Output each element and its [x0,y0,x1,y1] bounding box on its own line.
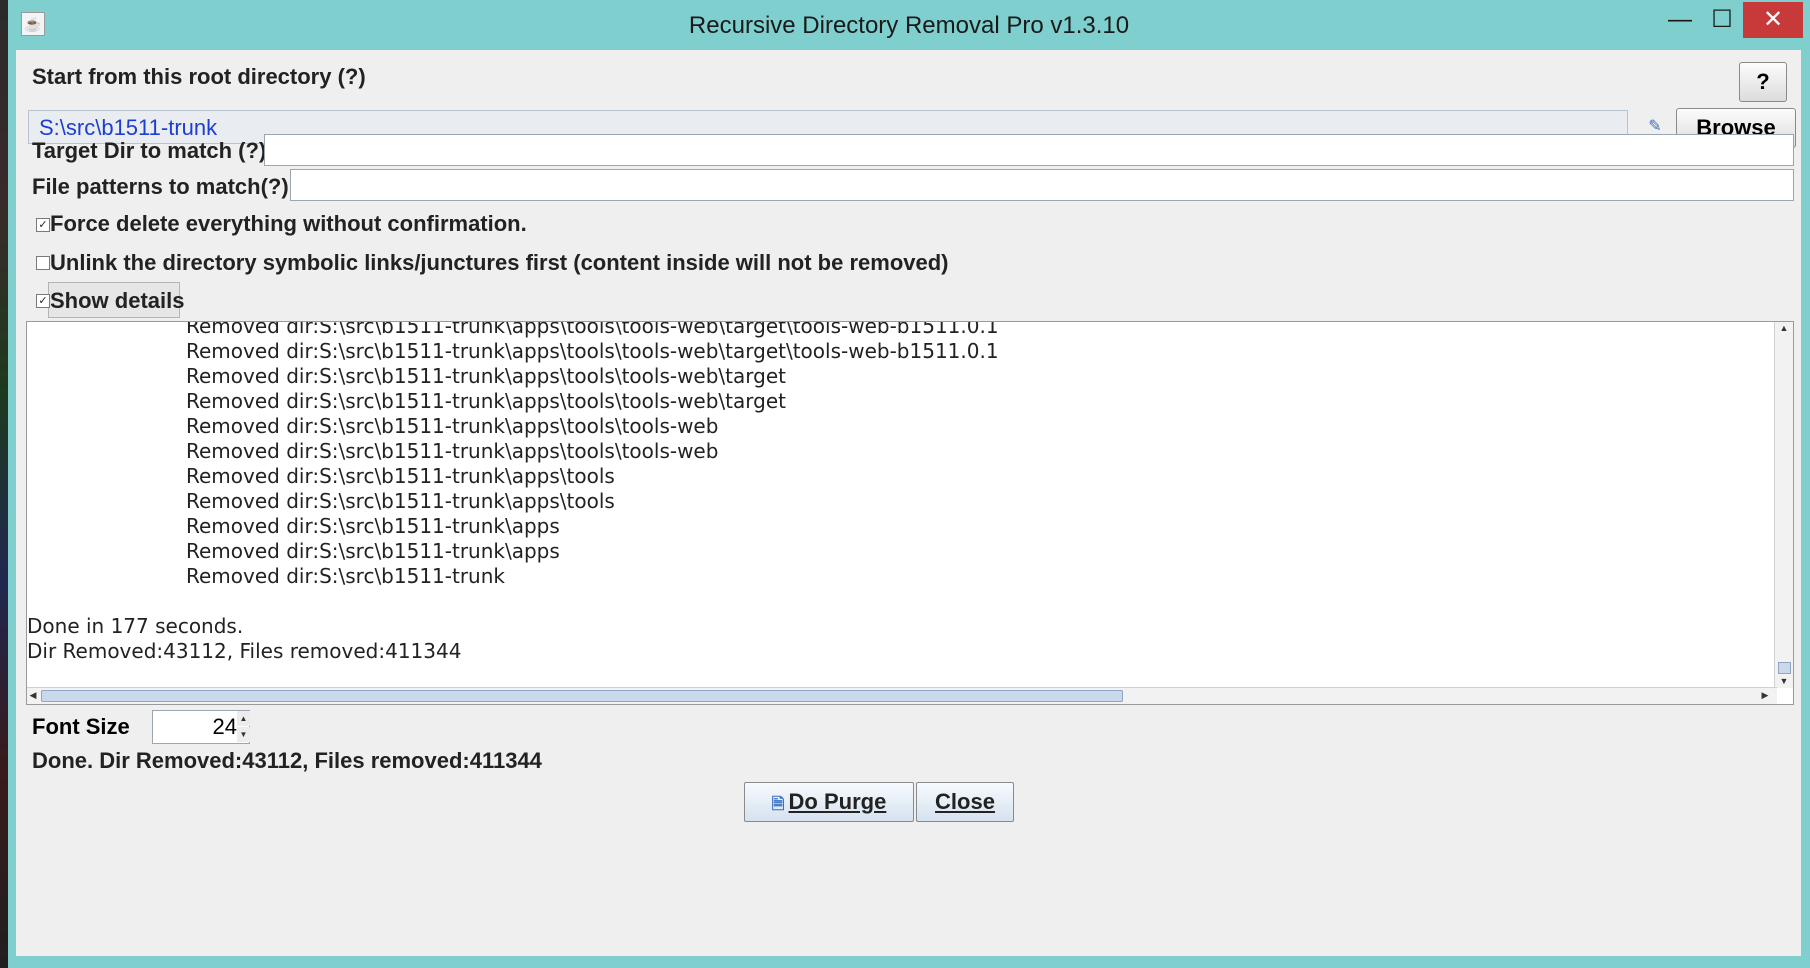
font-size-spinner[interactable]: 24 ▲ ▼ [152,710,250,744]
log-line: Removed dir:S:\src\b1511-trunk\apps [186,539,560,563]
dialog-content: Start from this root directory (?) ? S:\… [16,50,1801,956]
file-patterns-label: File patterns to match(?): [32,174,297,199]
horizontal-scroll-thumb[interactable] [41,690,1123,702]
status-text: Done. Dir Removed:43112, Files removed:4… [32,748,542,773]
window-title: Recursive Directory Removal Pro v1.3.10 [688,12,1130,39]
maximize-button[interactable]: ☐ [1702,2,1742,38]
close-label: Close [935,789,995,814]
log-line: Removed dir:S:\src\b1511-trunk\apps\tool… [186,364,786,388]
log-blank-line [27,589,1773,614]
vertical-scrollbar[interactable]: ▲ ▼ [1774,322,1793,688]
font-size-label: Font Size [32,714,130,739]
do-purge-button[interactable]: 🗎 Do Purge [744,782,914,822]
log-done-line: Done in 177 seconds. [27,614,244,638]
title-bar[interactable]: ☕ Recursive Directory Removal Pro v1.3.1… [8,0,1810,50]
show-details-checkbox[interactable]: ✓ [36,294,50,308]
log-line: Removed dir:S:\src\b1511-trunk [186,564,505,588]
unlink-label[interactable]: Unlink the directory symbolic links/junc… [50,250,949,276]
spin-down-icon[interactable]: ▼ [237,727,250,742]
log-lines: Removed dir:S:\src\b1511-trunk\apps\tool… [27,321,1773,664]
root-dir-label: Start from this root directory (?) [32,64,366,89]
log-line: Removed dir:S:\src\b1511-trunk\apps\tool… [186,389,786,413]
help-button[interactable]: ? [1739,62,1787,102]
show-details-label[interactable]: Show details [50,288,184,314]
vertical-scroll-thumb[interactable] [1778,662,1791,674]
close-window-button[interactable]: ✕ [1743,2,1803,38]
log-line: Removed dir:S:\src\b1511-trunk\apps\tool… [186,489,615,513]
font-size-value[interactable]: 24 [153,711,237,743]
log-line: Removed dir:S:\src\b1511-trunk\apps\tool… [186,414,719,438]
log-line: Removed dir:S:\src\b1511-trunk\apps\tool… [186,464,615,488]
do-purge-label: Do Purge [788,789,887,814]
document-icon: 🗎 [771,796,785,813]
scroll-up-icon[interactable]: ▲ [1775,323,1793,333]
target-dir-input[interactable] [264,134,1794,166]
app-window: ☕ Recursive Directory Removal Pro v1.3.1… [8,0,1810,968]
force-delete-checkbox[interactable]: ✓ [36,218,50,232]
log-line: Removed dir:S:\src\b1511-trunk\apps\tool… [186,439,719,463]
scroll-right-icon[interactable]: ▶ [1759,690,1771,701]
minimize-button[interactable]: — [1660,2,1700,38]
desktop-background [0,0,8,968]
file-patterns-input[interactable] [290,169,1794,201]
log-line: Removed dir:S:\src\b1511-trunk\apps [186,514,560,538]
spin-up-icon[interactable]: ▲ [237,711,250,726]
log-line: Removed dir:S:\src\b1511-trunk\apps\tool… [186,321,999,338]
unlink-checkbox[interactable] [36,256,50,270]
log-summary-line: Dir Removed:43112, Files removed:411344 [27,639,462,663]
scroll-down-icon[interactable]: ▼ [1775,676,1793,686]
target-dir-label: Target Dir to match (?) [32,138,267,163]
log-line: Removed dir:S:\src\b1511-trunk\apps\tool… [186,339,999,363]
details-log[interactable]: Removed dir:S:\src\b1511-trunk\apps\tool… [26,321,1794,705]
close-button[interactable]: Close [916,782,1014,822]
scroll-left-icon[interactable]: ◀ [27,690,39,701]
force-delete-label[interactable]: Force delete everything without confirma… [50,211,527,237]
horizontal-scrollbar[interactable]: ◀ ▶ [27,687,1777,704]
